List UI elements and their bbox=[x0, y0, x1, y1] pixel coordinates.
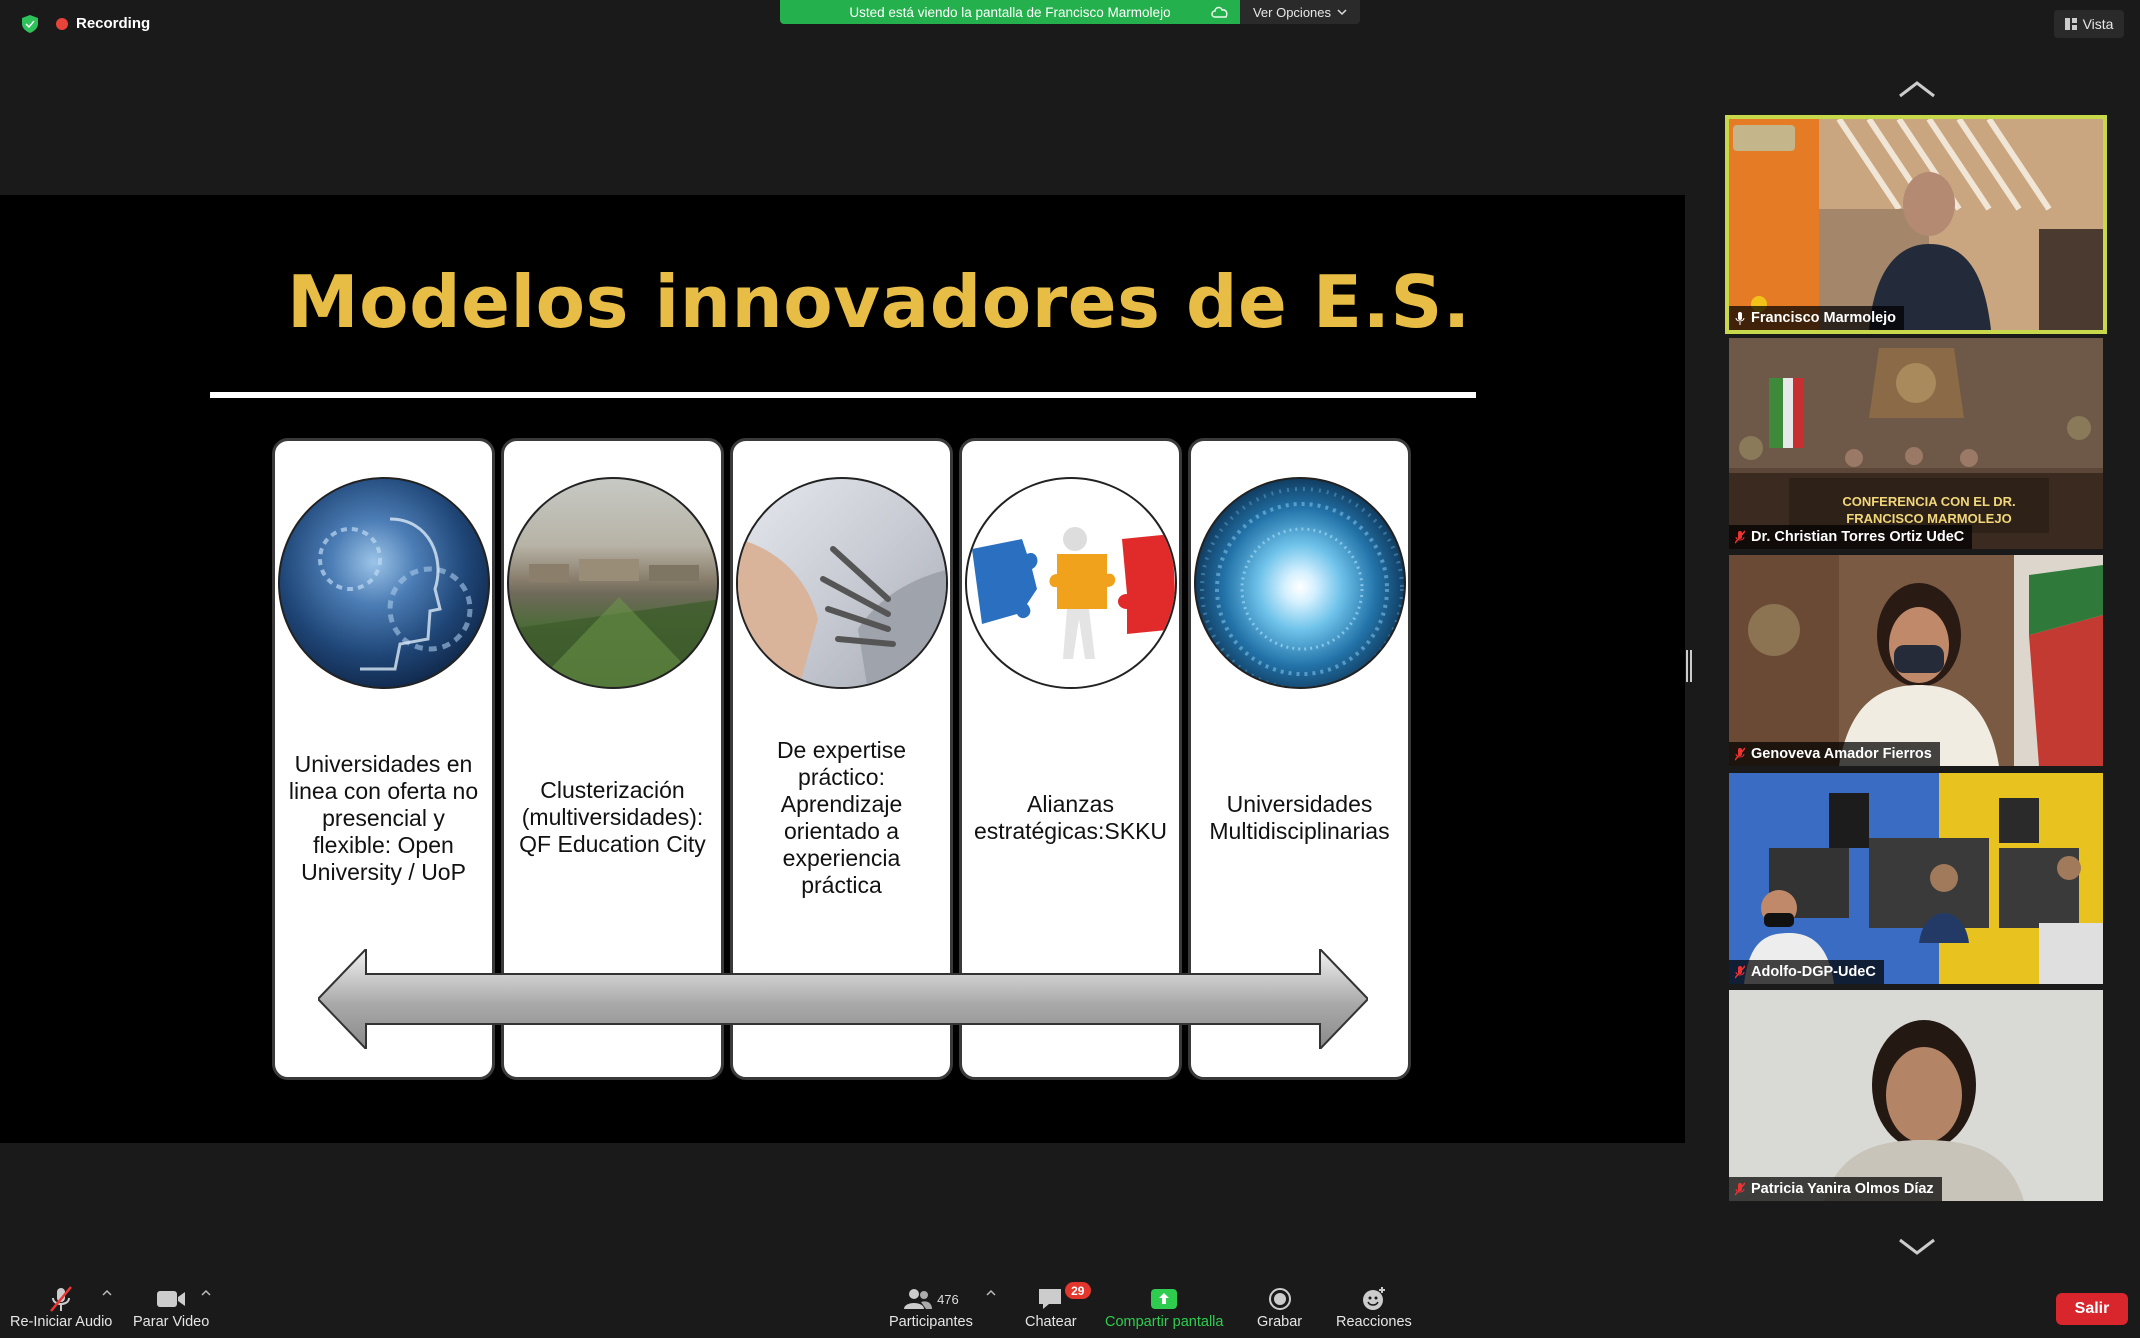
video-button[interactable]: Parar Video bbox=[133, 1284, 209, 1330]
reaction-emoji-icon bbox=[1362, 1287, 1385, 1310]
shared-screen-slide: Modelos innovadores de E.S. Universidade… bbox=[0, 195, 1685, 1143]
video-tile[interactable]: Patricia Yanira Olmos Díaz bbox=[1729, 990, 2103, 1201]
participant-video bbox=[1729, 990, 2103, 1201]
chevron-up-icon[interactable] bbox=[199, 1288, 213, 1298]
puzzle-pieces-image bbox=[965, 477, 1177, 689]
column-label: Alianzas estratégicas:SKKU bbox=[973, 791, 1168, 844]
record-button[interactable]: Grabar bbox=[1257, 1284, 1302, 1330]
slide-divider bbox=[210, 392, 1476, 398]
recording-dot-icon bbox=[56, 17, 68, 30]
participant-name: Adolfo-DGP-UdeC bbox=[1751, 964, 1876, 980]
microphone-muted-icon bbox=[1735, 965, 1745, 979]
audio-button[interactable]: Re-Iniciar Audio bbox=[10, 1284, 112, 1330]
record-button-label: Grabar bbox=[1257, 1314, 1303, 1330]
participant-name-tag: Adolfo-DGP-UdeC bbox=[1729, 960, 1884, 984]
column-label: Clusterización (multiversidades): QF Edu… bbox=[519, 777, 706, 857]
column-label: Universidades Multidisciplinarias bbox=[1209, 791, 1390, 844]
column-label: Universidades en linea con oferta no pre… bbox=[288, 751, 479, 885]
participant-name-tag: Genoveva Amador Fierros bbox=[1729, 742, 1940, 766]
meeting-toolbar: Re-Iniciar Audio Parar Video 476 Partici… bbox=[0, 1278, 2140, 1338]
video-tile[interactable]: Genoveva Amador Fierros bbox=[1729, 555, 2103, 766]
view-layout-label: Vista bbox=[2082, 16, 2114, 32]
leave-meeting-button[interactable]: Salir bbox=[2056, 1293, 2128, 1325]
robot-hand-image bbox=[736, 477, 948, 689]
video-tile[interactable]: CONFERENCIA CON EL DR. FRANCISCO MARMOLE… bbox=[1729, 338, 2103, 549]
view-layout-button[interactable]: Vista bbox=[2054, 10, 2124, 38]
chat-unread-badge: 29 bbox=[1064, 1282, 1091, 1299]
participant-video bbox=[1729, 119, 2103, 330]
share-screen-label: Compartir pantalla bbox=[1105, 1314, 1224, 1330]
chevron-up-icon[interactable] bbox=[984, 1288, 998, 1298]
participant-video bbox=[1729, 773, 2103, 984]
column-label: De expertise práctico: Aprendizaje orien… bbox=[776, 737, 907, 898]
participants-count: 476 bbox=[937, 1291, 959, 1307]
microphone-icon bbox=[1735, 312, 1745, 325]
chevron-up-icon[interactable] bbox=[1898, 80, 1936, 98]
record-icon bbox=[1268, 1288, 1291, 1310]
chevron-down-icon bbox=[1337, 9, 1347, 16]
microphone-muted-icon bbox=[1735, 747, 1745, 761]
microphone-muted-icon bbox=[1735, 530, 1745, 544]
reactions-button-label: Reacciones bbox=[1336, 1314, 1412, 1330]
participant-video bbox=[1729, 555, 2103, 766]
slide-title: Modelos innovadores de E.S. bbox=[287, 260, 1471, 344]
share-screen-icon bbox=[1151, 1289, 1178, 1309]
chevron-up-icon[interactable] bbox=[100, 1288, 114, 1298]
share-banner-text: Usted está viendo la pantalla de Francis… bbox=[849, 4, 1171, 20]
data-tunnel-image bbox=[1194, 477, 1406, 689]
video-tile-active-speaker[interactable]: Francisco Marmolejo bbox=[1725, 115, 2107, 334]
video-camera-icon bbox=[157, 1291, 186, 1307]
reactions-button[interactable]: Reacciones bbox=[1336, 1284, 1412, 1330]
chevron-down-icon[interactable] bbox=[1898, 1238, 1936, 1256]
double-arrow-icon bbox=[318, 949, 1368, 1049]
participants-icon bbox=[904, 1289, 933, 1309]
view-options-label: Ver Opciones bbox=[1252, 4, 1332, 20]
video-tile[interactable]: Adolfo-DGP-UdeC bbox=[1729, 773, 2103, 984]
view-options-dropdown[interactable]: Ver Opciones bbox=[1240, 0, 1360, 24]
audio-button-label: Re-Iniciar Audio bbox=[10, 1314, 113, 1330]
panel-resize-handle[interactable] bbox=[1686, 650, 1692, 682]
participant-name: Genoveva Amador Fierros bbox=[1751, 746, 1932, 762]
participant-name: Dr. Christian Torres Ortiz UdeC bbox=[1751, 529, 1965, 545]
participant-name-tag: Patricia Yanira Olmos Díaz bbox=[1729, 1177, 1942, 1201]
chat-bubble-icon bbox=[1038, 1289, 1061, 1309]
microphone-muted-icon bbox=[50, 1286, 73, 1312]
participants-button[interactable]: 476 Participantes bbox=[889, 1284, 973, 1330]
chat-button-label: Chatear bbox=[1025, 1314, 1077, 1330]
technology-head-image bbox=[278, 477, 490, 689]
recording-label: Recording bbox=[76, 15, 151, 32]
shield-check-icon[interactable] bbox=[22, 15, 38, 33]
grid-view-icon bbox=[2064, 18, 2077, 30]
top-bar: Recording Usted está viendo la pantalla … bbox=[0, 0, 2140, 50]
campus-aerial-image bbox=[507, 477, 719, 689]
recording-indicator[interactable]: Recording bbox=[56, 15, 150, 32]
microphone-muted-icon bbox=[1735, 1182, 1745, 1196]
participant-name: Patricia Yanira Olmos Díaz bbox=[1751, 1181, 1934, 1197]
video-button-label: Parar Video bbox=[133, 1314, 210, 1330]
participant-name: Francisco Marmolejo bbox=[1751, 310, 1897, 326]
conference-banner-text: CONFERENCIA CON EL DR. FRANCISCO MARMOLE… bbox=[1842, 494, 2016, 526]
cloud-icon bbox=[1211, 6, 1228, 18]
screen-share-banner: Usted está viendo la pantalla de Francis… bbox=[780, 0, 1240, 24]
participant-name-tag: Francisco Marmolejo bbox=[1729, 306, 1905, 330]
chat-button[interactable]: 29 Chatear bbox=[1025, 1282, 1091, 1330]
participants-button-label: Participantes bbox=[889, 1314, 973, 1330]
share-screen-button[interactable]: Compartir pantalla bbox=[1105, 1284, 1223, 1330]
participant-name-tag: Dr. Christian Torres Ortiz UdeC bbox=[1729, 525, 1973, 549]
